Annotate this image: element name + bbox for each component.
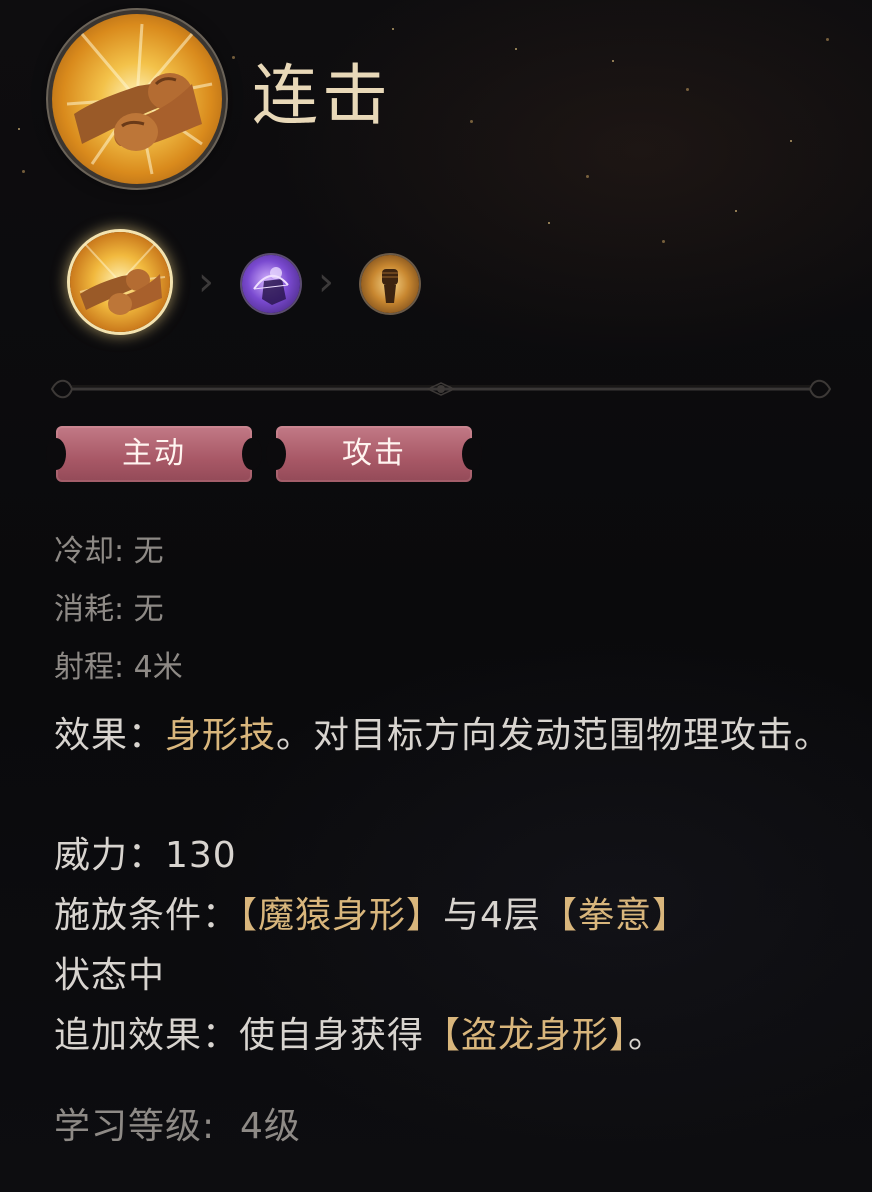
tag-active: 主动	[46, 426, 262, 482]
skill-title: 连击	[252, 57, 392, 134]
condition-joiner: 与4层	[443, 895, 541, 936]
background-sparkle	[586, 175, 589, 178]
learn-level: 学习等级: 4级	[54, 1106, 301, 1147]
condition-stack-keyword[interactable]: 【拳意】	[541, 895, 689, 936]
condition-form-keyword[interactable]: 【魔猿身形】	[239, 895, 443, 936]
effect-description: 效果：身形技。对目标方向发动范围物理攻击。	[54, 706, 834, 766]
fist-bump-icon	[79, 243, 166, 315]
chain-skill-current[interactable]	[70, 232, 170, 332]
chain-skill-2[interactable]	[242, 255, 300, 313]
background-sparkle	[470, 120, 473, 123]
stat-cost: 消耗: 无	[54, 592, 164, 627]
power-value: 威力：130	[54, 835, 237, 876]
background-sparkle	[735, 210, 737, 212]
condition-tail: 状态中	[54, 955, 166, 996]
background-sparkle	[515, 48, 517, 50]
background-sparkle	[790, 140, 792, 142]
chevron-right-icon: ›	[318, 259, 334, 305]
stat-cooldown: 冷却: 无	[54, 534, 164, 569]
extra-effect-tail: 。	[628, 1015, 666, 1056]
effect-label: 效果：	[54, 715, 166, 756]
effect-text: 。对目标方向发动范围物理攻击。	[276, 715, 832, 756]
extra-effect-label: 追加效果：使自身获得	[54, 1015, 425, 1056]
background-sparkle	[392, 28, 394, 30]
background-sparkle	[18, 128, 20, 130]
background-sparkle	[22, 170, 25, 173]
condition-label: 施放条件：	[54, 895, 240, 936]
ape-archer-icon	[253, 267, 289, 305]
background-sparkle	[662, 240, 665, 243]
effect-keyword[interactable]: 身形技	[165, 715, 276, 756]
background-sparkle	[686, 88, 689, 91]
cast-condition: 施放条件：【魔猿身形】与4层【拳意】状态中	[54, 886, 834, 1006]
raised-fist-icon	[382, 269, 398, 303]
background-sparkle	[612, 60, 614, 62]
fist-bump-icon	[66, 23, 213, 175]
background-sparkle	[232, 56, 235, 59]
chain-skill-3[interactable]	[361, 255, 419, 313]
tag-attack: 攻击	[266, 426, 482, 482]
extra-effect-form-keyword[interactable]: 【盗龙身形】	[424, 1015, 628, 1056]
stat-range: 射程: 4米	[54, 650, 183, 685]
background-sparkle	[548, 222, 550, 224]
extra-effect: 追加效果：使自身获得【盗龙身形】。	[54, 1006, 834, 1066]
skill-icon	[52, 14, 222, 184]
ornamental-divider	[50, 379, 832, 399]
chevron-right-icon: ›	[198, 259, 214, 305]
background-sparkle	[826, 38, 829, 41]
